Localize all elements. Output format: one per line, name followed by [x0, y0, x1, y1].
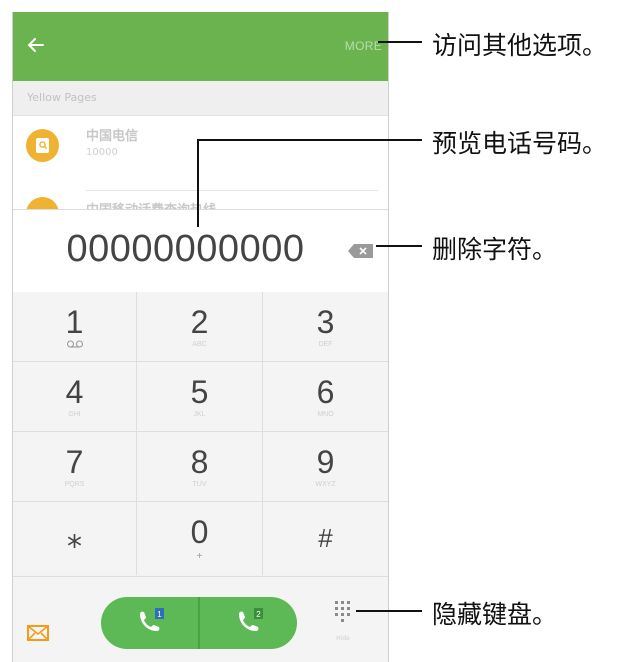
keypad-icon [335, 601, 350, 622]
key-7[interactable]: 7 PQRS [13, 432, 137, 502]
divider [86, 190, 378, 191]
callout-more-options: 访问其他选项。 [432, 31, 608, 60]
bottom-action-bar: 1 2 Hide [13, 576, 388, 662]
envelope-icon [27, 625, 49, 641]
number-display: 00000000000 [13, 209, 388, 293]
dialer-screen: MORE Yellow Pages 中国电信 10000 中国移动话费查询热线 … [12, 12, 389, 662]
callout-line [197, 139, 422, 141]
key-letters: GHI [68, 411, 81, 418]
hide-keypad-button[interactable]: Hide [329, 599, 357, 643]
key-4[interactable]: 4 GHI [13, 362, 137, 432]
sim1-label: 1 [157, 610, 162, 619]
phone-sim1-icon: 1 [140, 608, 164, 631]
key-letters: TUV [192, 481, 207, 488]
key-letters: PQRS [64, 481, 85, 488]
key-hash[interactable]: # [263, 502, 388, 575]
keypad: 1 2 ABC 3 DEF 4 GHI 5 JKL 6 MNO 7 PQRS 8… [13, 292, 388, 575]
list-item[interactable]: 中国电信 10000 [13, 115, 388, 175]
key-letters: ABC [192, 341, 207, 348]
key-digit: 7 [65, 444, 84, 480]
hide-keypad-label: Hide [336, 635, 350, 642]
key-digit: # [318, 523, 333, 553]
key-letters: + [196, 551, 203, 562]
key-digit: 0 [190, 514, 209, 550]
section-header: Yellow Pages [13, 81, 388, 116]
key-letters: WXYZ [315, 481, 336, 488]
section-header-label: Yellow Pages [27, 91, 97, 104]
dialed-number: 00000000000 [66, 228, 305, 270]
app-bar: MORE [13, 12, 388, 81]
key-9[interactable]: 9 WXYZ [263, 432, 388, 502]
callout-line [197, 139, 199, 227]
key-letters: DEF [318, 341, 333, 348]
key-digit: ⁎ [67, 521, 82, 554]
phone-sim2-icon: 2 [239, 608, 263, 631]
key-star[interactable]: ⁎ [13, 502, 137, 575]
backspace-icon [348, 244, 373, 258]
key-letters: MNO [317, 411, 334, 418]
key-6[interactable]: 6 MNO [263, 362, 388, 432]
call-sim2-button[interactable]: 2 [200, 597, 297, 649]
voicemail-icon [66, 340, 83, 348]
contact-name: 中国电信 [86, 129, 139, 144]
sim2-label: 2 [256, 610, 261, 619]
phonebook-icon [36, 138, 49, 153]
key-digit: 1 [65, 304, 84, 340]
key-letters: JKL [193, 411, 206, 418]
key-2[interactable]: 2 ABC [137, 292, 263, 362]
key-1[interactable]: 1 [13, 292, 137, 362]
key-0[interactable]: 0 + [137, 502, 263, 575]
callout-hide-keypad: 隐藏键盘。 [432, 600, 558, 629]
callout-delete-char: 删除字符。 [432, 235, 558, 264]
callout-preview-number: 预览电话号码。 [432, 129, 608, 158]
key-digit: 2 [190, 304, 209, 340]
more-button[interactable]: MORE [345, 39, 382, 53]
key-digit: 5 [190, 374, 209, 410]
search-results-list: Yellow Pages 中国电信 10000 中国移动话费查询热线 [13, 81, 388, 230]
key-digit: 9 [316, 444, 335, 480]
contact-avatar [26, 129, 59, 162]
key-5[interactable]: 5 JKL [137, 362, 263, 432]
callout-line [356, 610, 422, 612]
message-button[interactable] [27, 625, 49, 641]
key-digit: 8 [190, 444, 209, 480]
call-buttons: 1 2 [101, 597, 297, 649]
key-digit: 6 [316, 374, 335, 410]
key-3[interactable]: 3 DEF [263, 292, 388, 362]
callout-line [378, 41, 422, 43]
call-sim1-button[interactable]: 1 [101, 597, 199, 649]
key-8[interactable]: 8 TUV [137, 432, 263, 502]
delete-button[interactable] [347, 243, 375, 259]
key-digit: 4 [65, 374, 84, 410]
back-button[interactable] [23, 32, 49, 58]
callout-line [376, 245, 422, 247]
contact-number: 10000 [86, 147, 118, 158]
back-arrow-icon [27, 38, 44, 52]
key-digit: 3 [316, 304, 335, 340]
